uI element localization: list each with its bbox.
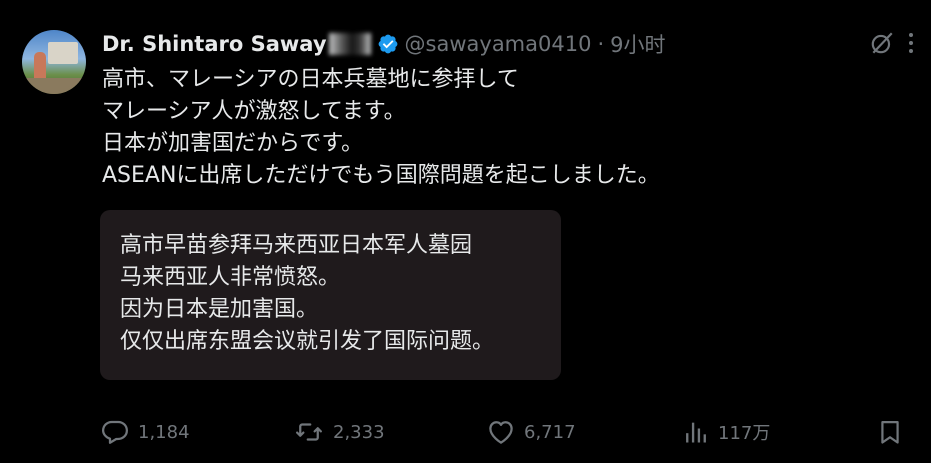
tweet-header: Dr. Shintaro Saway @sawayama0410 · 9小时 bbox=[102, 28, 666, 60]
translation-line: 因为日本是加害国。 bbox=[120, 297, 319, 322]
action-bar: 1,184 2,333 6,717 117万 bbox=[100, 416, 920, 448]
views-chart-icon bbox=[686, 422, 706, 443]
avatar[interactable] bbox=[22, 30, 86, 94]
reply-button[interactable]: 1,184 bbox=[100, 416, 190, 448]
avatar-path bbox=[22, 78, 86, 94]
tweet[interactable]: Dr. Shintaro Saway @sawayama0410 · 9小时 高… bbox=[0, 0, 931, 463]
header-separator: · bbox=[597, 32, 605, 56]
reply-icon bbox=[102, 420, 128, 444]
author-name-redacted bbox=[328, 33, 371, 55]
post-line: 日本が加害国だからです。 bbox=[102, 131, 364, 156]
translation-text: 高市早苗参拜马来西亚日本军人墓园 马来西亚人非常愤怒。 因为日本是加害国。 仅仅… bbox=[120, 230, 494, 358]
author-handle[interactable]: @sawayama0410 bbox=[405, 32, 592, 56]
author-name[interactable]: Dr. Shintaro Saway bbox=[102, 32, 327, 56]
post-text: 高市、マレーシアの日本兵墓地に参拝して マレーシア人が激怒してます。 日本が加害… bbox=[102, 64, 660, 192]
bookmark-button[interactable] bbox=[876, 416, 904, 448]
translation-line: 马来西亚人非常愤怒。 bbox=[120, 265, 341, 290]
verified-badge-icon[interactable] bbox=[377, 33, 399, 55]
grok-icon[interactable] bbox=[869, 30, 895, 56]
repost-button[interactable]: 2,333 bbox=[293, 416, 385, 448]
heart-icon bbox=[489, 421, 513, 444]
avatar-building bbox=[48, 42, 78, 64]
bookmark-icon bbox=[881, 420, 899, 444]
like-button[interactable]: 6,717 bbox=[486, 416, 576, 448]
repost-icon bbox=[296, 423, 322, 441]
tweet-top-actions bbox=[869, 30, 913, 56]
translation-line: 高市早苗参拜马来西亚日本军人墓园 bbox=[120, 233, 473, 258]
translation-box: 高市早苗参拜马来西亚日本军人墓园 马来西亚人非常愤怒。 因为日本是加害国。 仅仅… bbox=[100, 210, 561, 380]
views-button[interactable]: 117万 bbox=[682, 416, 770, 448]
post-line: ASEANに出席しただけでもう国際問題を起こしました。 bbox=[102, 163, 660, 188]
reply-count: 1,184 bbox=[138, 421, 190, 443]
post-time[interactable]: 9小时 bbox=[610, 29, 665, 59]
more-icon[interactable] bbox=[909, 30, 913, 56]
post-line: マレーシア人が激怒してます。 bbox=[102, 99, 406, 124]
repost-count: 2,333 bbox=[333, 421, 385, 443]
post-line: 高市、マレーシアの日本兵墓地に参拝して bbox=[102, 67, 519, 92]
like-count: 6,717 bbox=[524, 421, 576, 443]
views-count: 117万 bbox=[718, 423, 771, 444]
translation-line: 仅仅出席东盟会议就引发了国际问题。 bbox=[120, 329, 495, 354]
